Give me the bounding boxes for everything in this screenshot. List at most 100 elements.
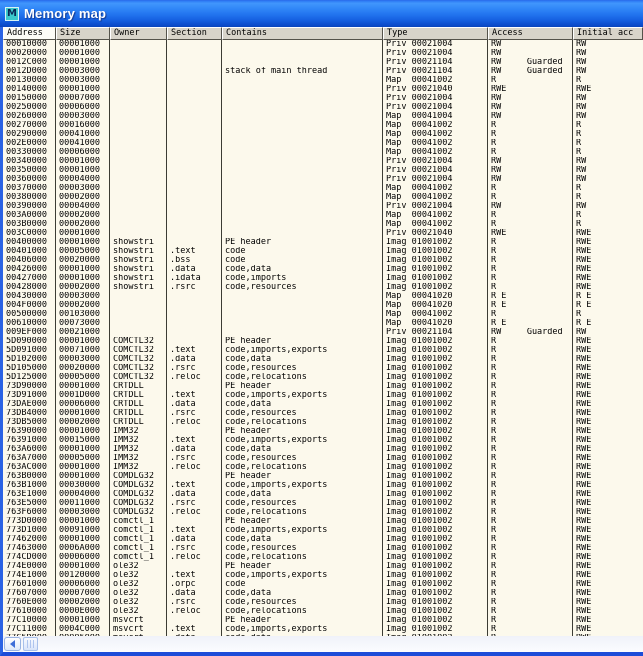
cell-access: R bbox=[488, 535, 573, 544]
cell-section bbox=[167, 148, 222, 157]
table-row[interactable]: 009EF000 00021000 Priv 00021104 RW Guard… bbox=[3, 328, 643, 337]
table-row[interactable]: 774E1000 00120000 ole32 .text code,impor… bbox=[3, 571, 643, 580]
table-row[interactable]: 0012D000 00003000 stack of main thread P… bbox=[3, 67, 643, 76]
table-row[interactable]: 004F0000 00002000 Map 00041020 R E R E bbox=[3, 301, 643, 310]
table-row[interactable]: 77C11000 0004C000 msvcrt .text code,impo… bbox=[3, 625, 643, 634]
table-row[interactable]: 003C0000 00001000 Priv 00021040 RWE RWE bbox=[3, 229, 643, 238]
table-row[interactable]: 763B1000 00030000 COMDLG32 .text code,im… bbox=[3, 481, 643, 490]
table-row[interactable]: 73D90000 00001000 CRTDLL PE header Imag … bbox=[3, 382, 643, 391]
table-row[interactable]: 00427000 00001000 showstri .idata code,i… bbox=[3, 274, 643, 283]
table-row[interactable]: 77C10000 00001000 msvcrt PE header Imag … bbox=[3, 616, 643, 625]
table-row[interactable]: 00430000 00003000 Map 00041020 R E R E bbox=[3, 292, 643, 301]
cell-size: 00006000 bbox=[56, 103, 110, 112]
scroll-left-button[interactable] bbox=[4, 637, 21, 651]
table-row[interactable]: 763E1000 00004000 COMDLG32 .data code,da… bbox=[3, 490, 643, 499]
column-header-owner[interactable]: Owner bbox=[110, 27, 167, 40]
table-row[interactable]: 00250000 00006000 Priv 00021004 RW RW bbox=[3, 103, 643, 112]
table-row[interactable]: 773D1000 00091000 comctl_1 .text code,im… bbox=[3, 526, 643, 535]
table-row[interactable]: 00426000 00001000 showstri .data code,da… bbox=[3, 265, 643, 274]
cell-size: 00011000 bbox=[56, 499, 110, 508]
table-row[interactable]: 5D102000 00003000 COMCTL32 .data code,da… bbox=[3, 355, 643, 364]
table-row[interactable]: 00150000 00007000 Priv 00021004 RW RW bbox=[3, 94, 643, 103]
table-row[interactable]: 763A7000 00005000 IMM32 .rsrc code,resou… bbox=[3, 454, 643, 463]
table-row[interactable]: 77463000 0006A000 comctl_1 .rsrc code,re… bbox=[3, 544, 643, 553]
table-row[interactable]: 00020000 00001000 Priv 00021004 RW RW bbox=[3, 49, 643, 58]
table-row[interactable]: 763E5000 00011000 COMDLG32 .rsrc code,re… bbox=[3, 499, 643, 508]
table-row[interactable]: 763AC000 00001000 IMM32 .reloc code,relo… bbox=[3, 463, 643, 472]
cell-section bbox=[167, 193, 222, 202]
cell-initial-access: RWE bbox=[573, 553, 643, 562]
cell-address: 5D091000 bbox=[3, 346, 56, 355]
column-header-address[interactable]: Address bbox=[3, 27, 56, 40]
table-row[interactable]: 763F6000 00003000 COMDLG32 .reloc code,r… bbox=[3, 508, 643, 517]
cell-initial-access: RWE bbox=[573, 400, 643, 409]
table-row[interactable]: 7760E000 00002000 ole32 .rsrc code,resou… bbox=[3, 598, 643, 607]
cell-address: 003C0000 bbox=[3, 229, 56, 238]
table-row[interactable]: 77610000 0000E000 ole32 .reloc code,relo… bbox=[3, 607, 643, 616]
table-row[interactable]: 00270000 00016000 Map 00041002 R R bbox=[3, 121, 643, 130]
table-row[interactable]: 00428000 00002000 showstri .rsrc code,re… bbox=[3, 283, 643, 292]
table-row[interactable]: 774CD000 00006000 comctl_1 .reloc code,r… bbox=[3, 553, 643, 562]
table-row[interactable]: 76391000 00015000 IMM32 .text code,impor… bbox=[3, 436, 643, 445]
cell-owner: showstri bbox=[110, 274, 167, 283]
column-header-contains[interactable]: Contains bbox=[222, 27, 383, 40]
table-row[interactable]: 0012C000 00001000 Priv 00021104 RW Guard… bbox=[3, 58, 643, 67]
table-row[interactable]: 76390000 00001000 IMM32 PE header Imag 0… bbox=[3, 427, 643, 436]
table-row[interactable]: 77462000 00001000 comctl_1 .data code,da… bbox=[3, 535, 643, 544]
column-header-initial-access[interactable]: Initial acc bbox=[573, 27, 643, 40]
table-row[interactable]: 00401000 00005000 showstri .text code Im… bbox=[3, 247, 643, 256]
cell-address: 774CD000 bbox=[3, 553, 56, 562]
table-row[interactable]: 73DAE000 00006000 CRTDLL .data code,data… bbox=[3, 400, 643, 409]
table-row[interactable]: 00340000 00001000 Priv 00021004 RW RW bbox=[3, 157, 643, 166]
table-row[interactable]: 5D105000 00020000 COMCTL32 .rsrc code,re… bbox=[3, 364, 643, 373]
title-bar[interactable]: M Memory map bbox=[0, 0, 643, 27]
table-row[interactable]: 774E0000 00001000 ole32 PE header Imag 0… bbox=[3, 562, 643, 571]
table-row[interactable]: 00130000 00003000 Map 00041002 R R bbox=[3, 76, 643, 85]
cell-type: Imag 01001002 bbox=[383, 364, 488, 373]
table-row[interactable]: 00260000 00003000 Map 00041004 RW RW bbox=[3, 112, 643, 121]
column-header-type[interactable]: Type bbox=[383, 27, 488, 40]
table-row[interactable]: 00390000 00004000 Priv 00021004 RW RW bbox=[3, 202, 643, 211]
table-row[interactable]: 003A0000 00002000 Map 00041002 R R bbox=[3, 211, 643, 220]
table-row[interactable]: 73DB5000 00002000 CRTDLL .reloc code,rel… bbox=[3, 418, 643, 427]
table-row[interactable]: 763A6000 00001000 IMM32 .data code,data … bbox=[3, 445, 643, 454]
table-row[interactable]: 00010000 00001000 Priv 00021004 RW RW bbox=[3, 40, 643, 49]
table-row[interactable]: 00290000 00041000 Map 00041002 R R bbox=[3, 130, 643, 139]
column-header-size[interactable]: Size bbox=[56, 27, 110, 40]
table-row[interactable]: 5D125000 00005000 COMCTL32 .reloc code,r… bbox=[3, 373, 643, 382]
table-row[interactable]: 00370000 00003000 Map 00041002 R R bbox=[3, 184, 643, 193]
cell-section bbox=[167, 301, 222, 310]
horizontal-scrollbar[interactable] bbox=[3, 636, 643, 652]
table-row[interactable]: 77607000 00007000 ole32 .data code,data … bbox=[3, 589, 643, 598]
table-row[interactable]: 73D91000 0001D000 CRTDLL .text code,impo… bbox=[3, 391, 643, 400]
cell-initial-access: R bbox=[573, 76, 643, 85]
table-row[interactable]: 00330000 00006000 Map 00041002 R R bbox=[3, 148, 643, 157]
table-row[interactable]: 00500000 00103000 Map 00041002 R R bbox=[3, 310, 643, 319]
table-row[interactable]: 5D091000 00071000 COMCTL32 .text code,im… bbox=[3, 346, 643, 355]
column-header-section[interactable]: Section bbox=[167, 27, 222, 40]
table-row[interactable]: 00406000 00020000 showstri .bss code Ima… bbox=[3, 256, 643, 265]
table-row[interactable]: 00350000 00001000 Priv 00021004 RW RW bbox=[3, 166, 643, 175]
cell-type: Priv 00021004 bbox=[383, 166, 488, 175]
table-row[interactable]: 73DB4000 00001000 CRTDLL .rsrc code,reso… bbox=[3, 409, 643, 418]
column-header-access[interactable]: Access bbox=[488, 27, 573, 40]
cell-type: Imag 01001002 bbox=[383, 571, 488, 580]
cell-contains: stack of main thread bbox=[222, 67, 383, 76]
scrollbar-thumb[interactable] bbox=[23, 637, 38, 651]
table-row[interactable]: 00140000 00001000 Priv 00021040 RWE RWE bbox=[3, 85, 643, 94]
cell-owner bbox=[110, 139, 167, 148]
cell-type: Imag 01001002 bbox=[383, 409, 488, 418]
table-row[interactable]: 003B0000 00002000 Map 00041002 R R bbox=[3, 220, 643, 229]
table-row[interactable]: 00380000 00002000 Map 00041002 R R bbox=[3, 193, 643, 202]
cell-address: 763F6000 bbox=[3, 508, 56, 517]
table-row[interactable]: 002E0000 00041000 Map 00041002 R R bbox=[3, 139, 643, 148]
table-row[interactable]: 00360000 00004000 Priv 00021004 RW RW bbox=[3, 175, 643, 184]
table-row[interactable]: 00400000 00001000 showstri PE header Ima… bbox=[3, 238, 643, 247]
memory-map-icon[interactable]: M bbox=[5, 7, 19, 21]
table-row[interactable]: 5D090000 00001000 COMCTL32 PE header Ima… bbox=[3, 337, 643, 346]
table-row[interactable]: 00610000 00073000 Map 00041020 R E R E bbox=[3, 319, 643, 328]
cell-owner: showstri bbox=[110, 283, 167, 292]
table-row[interactable]: 77601000 00006000 ole32 .orpc code Imag … bbox=[3, 580, 643, 589]
table-row[interactable]: 773D0000 00001000 comctl_1 PE header Ima… bbox=[3, 517, 643, 526]
table-row[interactable]: 763B0000 00001000 COMDLG32 PE header Ima… bbox=[3, 472, 643, 481]
